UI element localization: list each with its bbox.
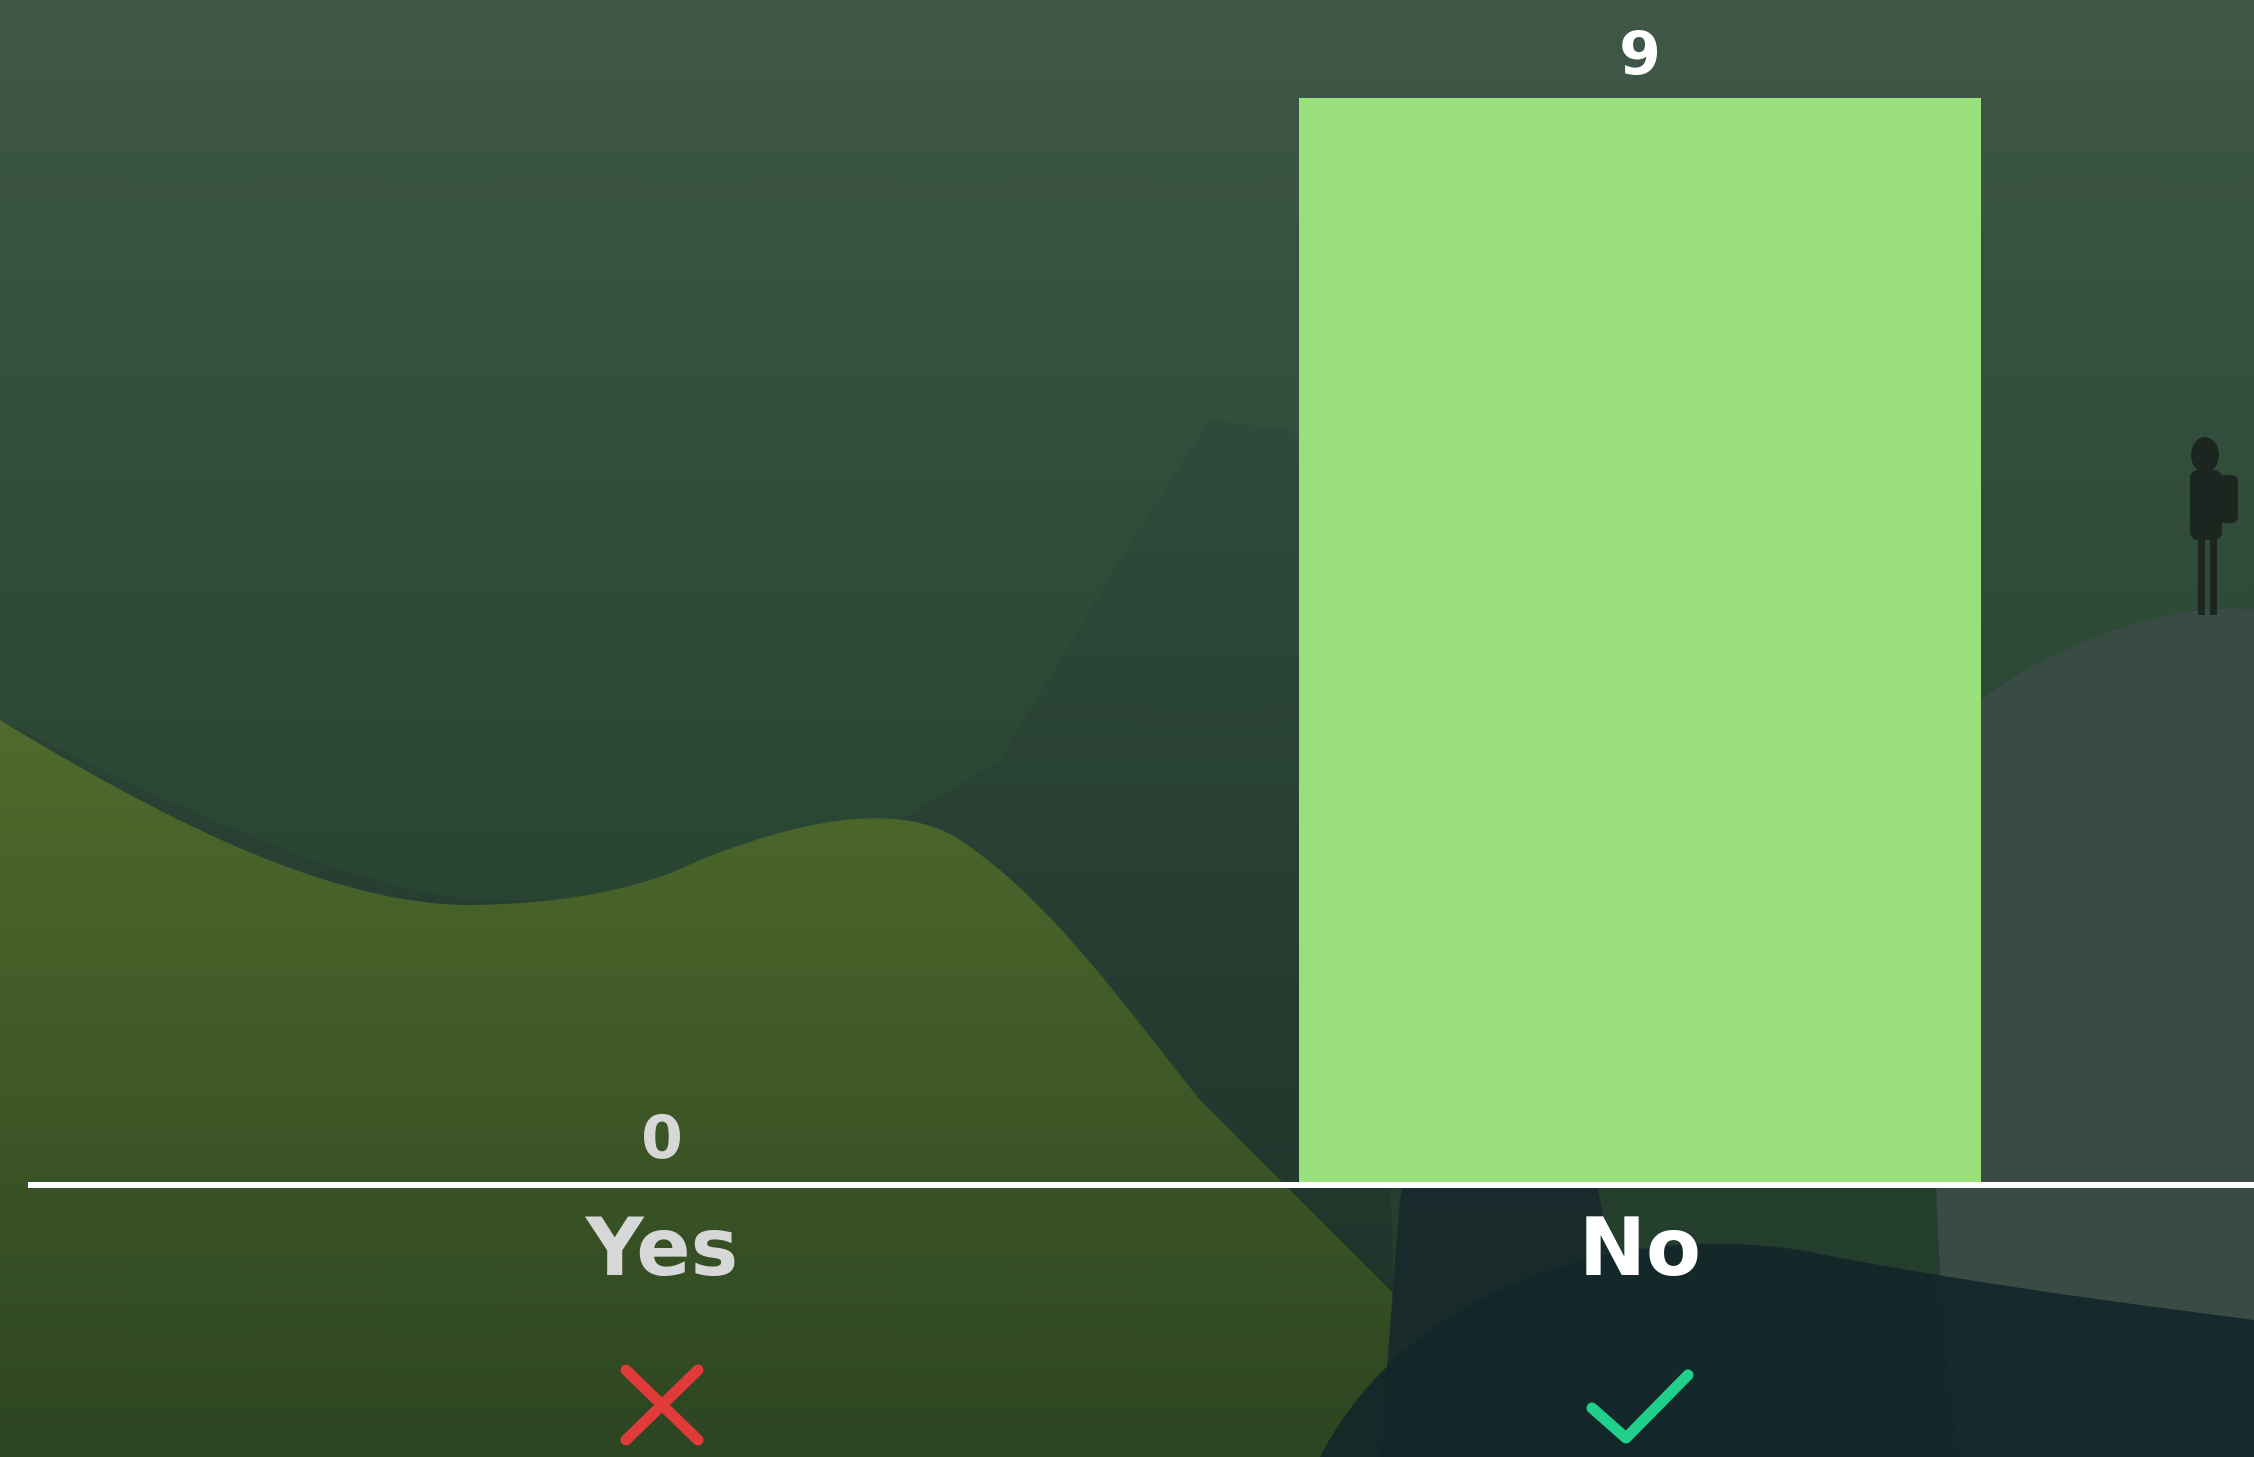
cross-icon: [620, 1364, 704, 1446]
value-label-no: 9: [1619, 19, 1661, 89]
check-icon: [1586, 1369, 1694, 1444]
value-label-yes: 0: [641, 1103, 683, 1173]
category-label-no: No: [1579, 1201, 1701, 1294]
bar-chart: 0 Yes 9 No: [28, 19, 2254, 1446]
bar-no: [1299, 98, 1981, 1182]
category-label-yes: Yes: [585, 1201, 738, 1294]
